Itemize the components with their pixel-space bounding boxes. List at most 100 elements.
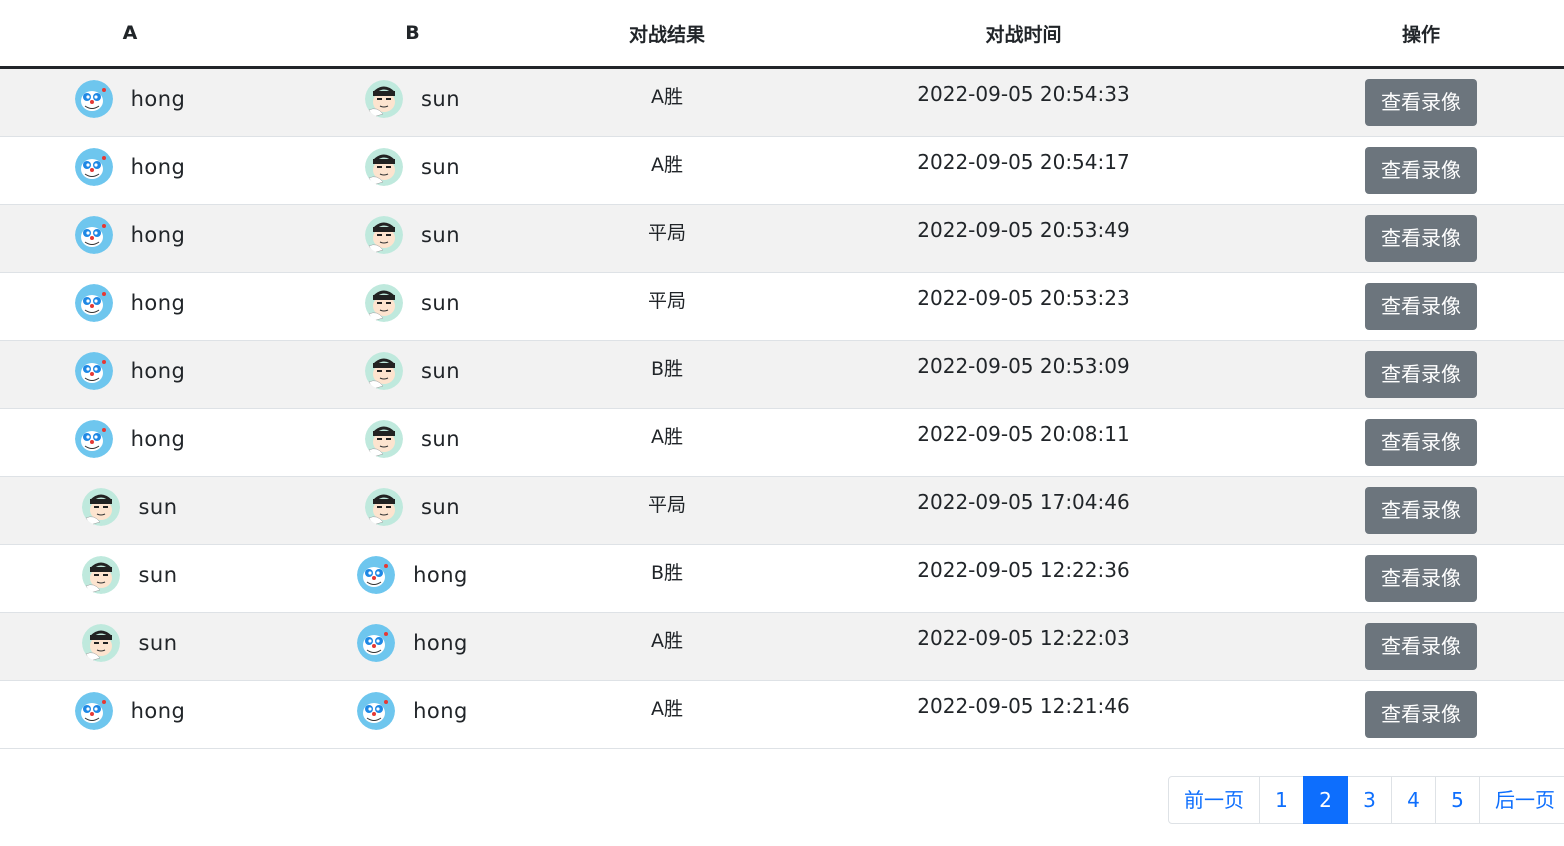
player-b-name: sun <box>420 87 461 111</box>
player-a-cell: hong <box>0 204 260 273</box>
action-cell: 查看录像 <box>1278 612 1564 681</box>
table-row: hong hong A胜 2022-09-05 12:21:46 查看录像 <box>0 680 1564 749</box>
player-a: hong <box>0 343 260 399</box>
header-player-b: B <box>260 0 565 69</box>
action-cell: 查看录像 <box>1278 680 1564 749</box>
match-time: 2022-09-05 20:53:23 <box>917 286 1130 310</box>
pagination-page-1[interactable]: 1 <box>1259 776 1304 824</box>
action-cell: 查看录像 <box>1278 67 1564 137</box>
player-b-cell: sun <box>260 476 565 545</box>
battle-records-table-wrapper: A B 对战结果 对战时间 操作 hong sun A胜 2022-09-05 20:… <box>0 0 1564 749</box>
pagination-page-4[interactable]: 4 <box>1391 776 1436 824</box>
pagination-next-button[interactable]: 后一页 <box>1479 776 1564 824</box>
player-a: hong <box>0 411 260 467</box>
player-b-avatar-icon <box>364 284 403 322</box>
pagination-page-2[interactable]: 2 <box>1303 776 1348 824</box>
time-cell: 2022-09-05 17:04:46 <box>769 476 1278 545</box>
match-result: A胜 <box>651 86 683 108</box>
player-a: sun <box>0 547 260 603</box>
view-replay-button[interactable]: 查看录像 <box>1365 283 1477 330</box>
pagination-prev-button[interactable]: 前一页 <box>1168 776 1260 824</box>
player-a-cell: sun <box>0 612 260 681</box>
pagination-page-3[interactable]: 3 <box>1347 776 1392 824</box>
result-cell: A胜 <box>565 67 769 137</box>
result-cell: A胜 <box>565 612 769 681</box>
match-result: A胜 <box>651 154 683 176</box>
player-a-avatar-icon <box>74 148 113 186</box>
player-b: sun <box>260 343 565 399</box>
view-replay-button[interactable]: 查看录像 <box>1365 691 1477 738</box>
view-replay-button[interactable]: 查看录像 <box>1365 79 1477 126</box>
player-b-name: hong <box>413 631 468 655</box>
player-a-cell: sun <box>0 544 260 613</box>
player-b-avatar-icon <box>357 556 396 594</box>
player-b-avatar-icon <box>364 80 403 118</box>
result-cell: 平局 <box>565 476 769 545</box>
pagination-page-5[interactable]: 5 <box>1435 776 1480 824</box>
action-cell: 查看录像 <box>1278 272 1564 341</box>
view-replay-button[interactable]: 查看录像 <box>1365 147 1477 194</box>
player-a: hong <box>0 683 260 739</box>
table-row: sun hong A胜 2022-09-05 12:22:03 查看录像 <box>0 612 1564 681</box>
match-result: A胜 <box>651 630 683 652</box>
player-a: hong <box>0 207 260 263</box>
player-b-cell: sun <box>260 204 565 273</box>
time-cell: 2022-09-05 12:22:36 <box>769 544 1278 613</box>
match-time: 2022-09-05 12:22:03 <box>917 626 1130 650</box>
view-replay-button[interactable]: 查看录像 <box>1365 351 1477 398</box>
player-a-cell: hong <box>0 67 260 137</box>
player-b-cell: hong <box>260 544 565 613</box>
player-a-name: hong <box>130 87 186 111</box>
player-b-avatar-icon <box>364 488 403 526</box>
player-b-name: hong <box>413 699 468 723</box>
player-b-name: sun <box>420 495 461 519</box>
player-b-cell: sun <box>260 67 565 137</box>
player-a-name: sun <box>138 495 178 519</box>
player-a-avatar-icon <box>74 80 113 118</box>
match-time: 2022-09-05 20:53:09 <box>917 354 1130 378</box>
view-replay-button[interactable]: 查看录像 <box>1365 555 1477 602</box>
header-time: 对战时间 <box>769 0 1278 69</box>
table-row: sun hong B胜 2022-09-05 12:22:36 查看录像 <box>0 544 1564 613</box>
table-row: hong sun A胜 2022-09-05 20:08:11 查看录像 <box>0 408 1564 477</box>
player-b-cell: sun <box>260 408 565 477</box>
match-result: A胜 <box>651 698 683 720</box>
player-b-name: sun <box>420 359 461 383</box>
time-cell: 2022-09-05 20:53:23 <box>769 272 1278 341</box>
player-a-cell: hong <box>0 680 260 749</box>
player-b: sun <box>260 139 565 195</box>
player-b-avatar-icon <box>364 216 403 254</box>
result-cell: A胜 <box>565 680 769 749</box>
player-a-cell: hong <box>0 340 260 409</box>
action-cell: 查看录像 <box>1278 408 1564 477</box>
player-b-cell: sun <box>260 272 565 341</box>
match-result: B胜 <box>650 358 684 380</box>
view-replay-button[interactable]: 查看录像 <box>1365 487 1477 534</box>
view-replay-button[interactable]: 查看录像 <box>1365 419 1477 466</box>
view-replay-button[interactable]: 查看录像 <box>1365 215 1477 262</box>
match-result: 平局 <box>647 222 686 244</box>
player-b: sun <box>260 71 565 127</box>
table-row: sun sun 平局 2022-09-05 17:04:46 查看录像 <box>0 476 1564 545</box>
player-b-name: sun <box>420 291 461 315</box>
match-time: 2022-09-05 17:04:46 <box>917 490 1130 514</box>
time-cell: 2022-09-05 20:53:09 <box>769 340 1278 409</box>
player-b-cell: sun <box>260 136 565 205</box>
player-a-avatar-icon <box>74 352 113 390</box>
table-row: hong sun 平局 2022-09-05 20:53:49 查看录像 <box>0 204 1564 273</box>
header-result: 对战结果 <box>565 0 769 69</box>
player-b: hong <box>260 547 565 603</box>
match-result: B胜 <box>650 562 684 584</box>
player-b-avatar-icon <box>357 624 396 662</box>
view-replay-button[interactable]: 查看录像 <box>1365 623 1477 670</box>
player-b-name: hong <box>413 563 468 587</box>
table-row: hong sun 平局 2022-09-05 20:53:23 查看录像 <box>0 272 1564 341</box>
action-cell: 查看录像 <box>1278 136 1564 205</box>
table-body: hong sun A胜 2022-09-05 20:54:33 查看录像 hong sun A… <box>0 67 1564 749</box>
match-result: 平局 <box>647 494 686 516</box>
player-a: hong <box>0 275 260 331</box>
match-time: 2022-09-05 20:54:33 <box>917 82 1130 106</box>
table-row: hong sun B胜 2022-09-05 20:53:09 查看录像 <box>0 340 1564 409</box>
time-cell: 2022-09-05 20:08:11 <box>769 408 1278 477</box>
battle-records-table: A B 对战结果 对战时间 操作 hong sun A胜 2022-09-05 20:… <box>0 0 1564 749</box>
